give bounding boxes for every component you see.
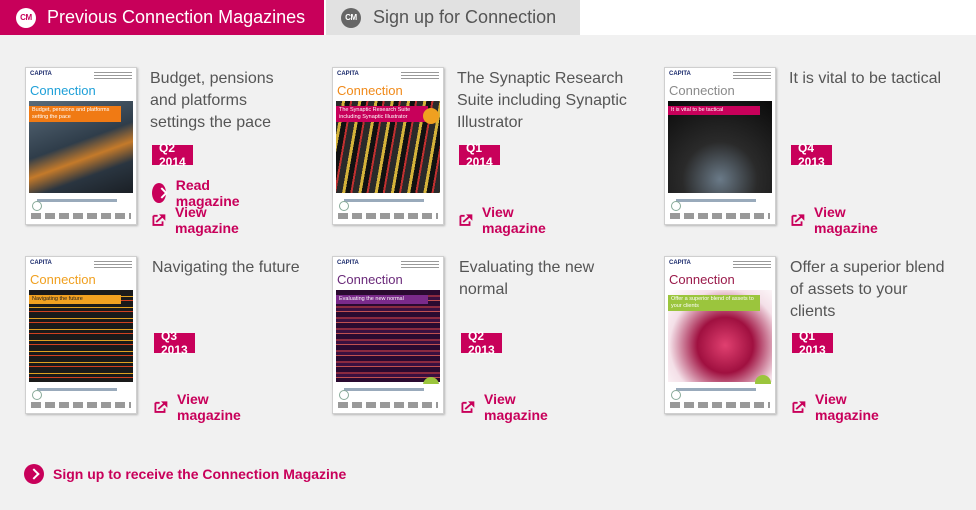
- cover-smallprint: [733, 261, 771, 269]
- tab-bar: CM Previous Connection Magazines CM Sign…: [0, 0, 976, 35]
- magazine-title: The Synaptic Research Suite including Sy…: [457, 70, 627, 131]
- view-magazine-label: View magazine: [175, 204, 239, 236]
- cover-brand: CAPITA: [30, 260, 52, 266]
- new-badge-icon: [423, 108, 439, 124]
- view-magazine-label: View magazine: [177, 391, 241, 423]
- cover-footer: [668, 195, 772, 221]
- magazine-cover[interactable]: CAPITA Connection The Synaptic Research …: [332, 67, 444, 225]
- seal-icon: [32, 390, 42, 400]
- cover-headline: It is vital to be tactical: [668, 106, 760, 115]
- view-magazine-label: View magazine: [484, 391, 548, 423]
- cover-brand: CAPITA: [669, 260, 691, 266]
- cover-footer: [336, 384, 440, 410]
- cover-footer: [668, 384, 772, 410]
- external-link-icon: [461, 401, 475, 413]
- issue-badge: Q2 2014: [152, 141, 193, 169]
- chevron-right-circle-icon: [24, 464, 44, 484]
- external-link-icon: [152, 214, 166, 226]
- cover-masthead: Connection: [337, 83, 403, 98]
- cover-footer: [29, 384, 133, 410]
- magazine-title: Evaluating the new normal: [459, 259, 595, 298]
- magazine-cover[interactable]: CAPITA Connection Offer a superior blend…: [664, 256, 776, 414]
- view-magazine-label: View magazine: [815, 391, 879, 423]
- seal-icon: [339, 390, 349, 400]
- magazine-title: Offer a superior blend of assets to your…: [790, 259, 945, 320]
- seal-icon: [671, 201, 681, 211]
- issue-badge: Q2 2013: [461, 329, 502, 357]
- tab-previous-magazines[interactable]: CM Previous Connection Magazines: [0, 0, 324, 35]
- issue-badge: Q3 2013: [154, 329, 195, 357]
- magazine-title: It is vital to be tactical: [789, 70, 942, 87]
- cover-brand: CAPITA: [337, 71, 359, 77]
- cover-headline: Budget, pensions and platforms setting t…: [29, 106, 121, 122]
- view-magazine-label: View magazine: [482, 204, 546, 236]
- view-magazine-link[interactable]: View magazine: [791, 204, 884, 236]
- external-link-icon: [459, 214, 473, 226]
- seal-icon: [32, 201, 42, 211]
- cover-smallprint: [94, 72, 132, 80]
- view-magazine-link[interactable]: View magazine: [461, 391, 554, 423]
- seal-icon: [339, 201, 349, 211]
- tab-label: Previous Connection Magazines: [47, 7, 306, 27]
- cover-footer: [29, 195, 133, 221]
- tab-label: Sign up for Connection: [373, 7, 557, 27]
- chevron-right-circle-icon: [152, 183, 166, 203]
- magazine-title: Navigating the future: [152, 259, 300, 276]
- cover-masthead: Connection: [30, 83, 96, 98]
- cover-smallprint: [94, 261, 132, 269]
- cover-masthead: Connection: [30, 272, 96, 287]
- cover-masthead: Connection: [337, 272, 403, 287]
- cover-masthead: Connection: [669, 272, 735, 287]
- cover-brand: CAPITA: [30, 71, 52, 77]
- magazine-title: Budget, pensions and platforms settings …: [150, 70, 274, 131]
- view-magazine-link[interactable]: View magazine: [152, 204, 245, 236]
- external-link-icon: [791, 214, 805, 226]
- cm-icon: CM: [16, 7, 36, 28]
- view-magazine-link[interactable]: View magazine: [792, 391, 885, 423]
- view-magazine-label: View magazine: [814, 204, 878, 236]
- cover-headline: The Synaptic Research Suite including Sy…: [336, 106, 428, 122]
- magazine-cover[interactable]: CAPITA Connection It is vital to be tact…: [664, 67, 776, 225]
- cover-smallprint: [733, 72, 771, 80]
- magazine-cover[interactable]: CAPITA Connection Evaluating the new nor…: [332, 256, 444, 414]
- cover-footer: [336, 195, 440, 221]
- issue-badge: Q1 2014: [459, 141, 500, 169]
- magazine-cover[interactable]: CAPITA Connection Budget, pensions and p…: [25, 67, 137, 225]
- external-link-icon: [792, 401, 806, 413]
- cover-headline: Navigating the future: [29, 295, 121, 304]
- cover-smallprint: [401, 72, 439, 80]
- cover-brand: CAPITA: [669, 71, 691, 77]
- signup-link-label: Sign up to receive the Connection Magazi…: [53, 466, 347, 482]
- cm-icon: CM: [341, 7, 361, 28]
- external-link-icon: [154, 401, 168, 413]
- cover-headline: Offer a superior blend of assets to your…: [668, 295, 760, 311]
- view-magazine-link[interactable]: View magazine: [459, 204, 552, 236]
- cover-brand: CAPITA: [337, 260, 359, 266]
- issue-badge: Q4 2013: [791, 141, 832, 169]
- magazine-cover[interactable]: CAPITA Connection Navigating the future: [25, 256, 137, 414]
- cover-headline: Evaluating the new normal: [336, 295, 428, 304]
- seal-icon: [671, 390, 681, 400]
- tab-signup[interactable]: CM Sign up for Connection: [326, 0, 580, 35]
- view-magazine-link[interactable]: View magazine: [154, 391, 247, 423]
- cover-masthead: Connection: [669, 83, 735, 98]
- cover-smallprint: [401, 261, 439, 269]
- issue-badge: Q1 2013: [792, 329, 833, 357]
- signup-link[interactable]: Sign up to receive the Connection Magazi…: [24, 464, 346, 484]
